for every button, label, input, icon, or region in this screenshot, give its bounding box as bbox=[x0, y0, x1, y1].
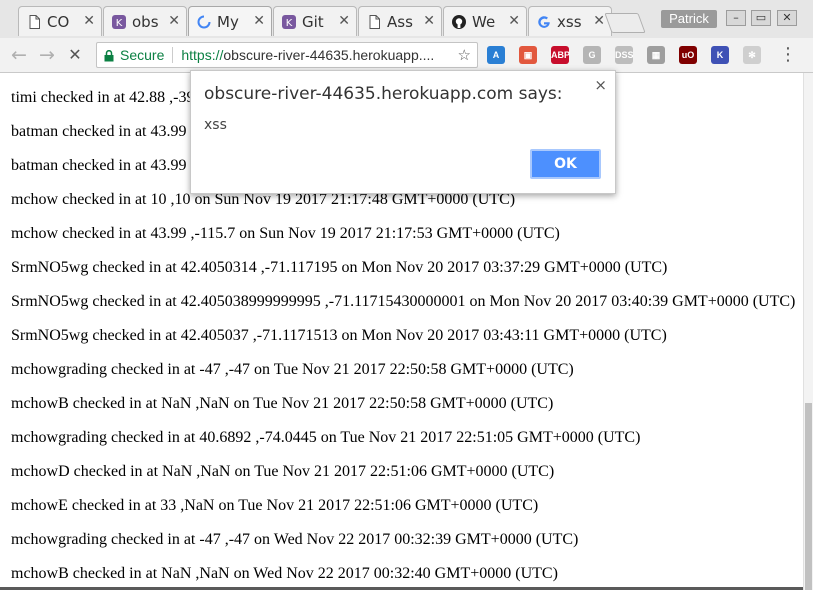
ublock-origin-icon[interactable]: uO bbox=[679, 46, 697, 64]
loading-spinner-icon bbox=[197, 15, 211, 29]
tab-title: Ass bbox=[387, 12, 413, 31]
browser-window: CO ✕ K obs ✕ My ✕ K Git ✕ Ass ✕ We ✕ xss… bbox=[0, 0, 813, 590]
adblock-plus-icon[interactable]: ABP bbox=[551, 46, 570, 64]
tab-title: We bbox=[472, 12, 496, 31]
chrome-menu-icon[interactable]: ⋮ bbox=[779, 45, 797, 65]
document-icon bbox=[367, 14, 381, 29]
dialog-close-icon[interactable]: × bbox=[594, 76, 607, 94]
url-text[interactable]: https://obscure-river-44635.herokuapp...… bbox=[181, 47, 443, 63]
address-bar[interactable]: Secure https://obscure-river-44635.herok… bbox=[96, 42, 478, 68]
image-extension-icon[interactable]: ▦ bbox=[647, 46, 665, 64]
heroku-icon: K bbox=[282, 14, 296, 29]
tab-title: Git bbox=[302, 12, 324, 31]
checkin-line: SrmNO5wg checked in at 42.4050314 ,-71.1… bbox=[11, 259, 668, 276]
checkin-line: mchowgrading checked in at -47 ,-47 on W… bbox=[11, 531, 579, 548]
tab-2[interactable]: K obs ✕ bbox=[103, 6, 187, 36]
dss-extension-icon[interactable]: DSS bbox=[615, 46, 634, 64]
tab-close-icon[interactable]: ✕ bbox=[593, 13, 605, 29]
tab-title: xss bbox=[557, 12, 582, 31]
heroku-icon: K bbox=[112, 14, 126, 29]
tab-7[interactable]: xss ✕ bbox=[528, 6, 612, 36]
omnibox-divider bbox=[172, 47, 174, 63]
tab-close-icon[interactable]: ✕ bbox=[423, 13, 435, 29]
g-extension-icon[interactable]: G bbox=[583, 46, 601, 64]
tab-5[interactable]: Ass ✕ bbox=[358, 6, 442, 36]
tab-1[interactable]: CO ✕ bbox=[18, 6, 102, 36]
checkin-line: batman checked in at 43.99 bbox=[11, 123, 187, 140]
svg-text:K: K bbox=[116, 18, 123, 29]
checkin-line: mchowB checked in at NaN ,NaN on Tue Nov… bbox=[11, 395, 554, 412]
checkin-line: SrmNO5wg checked in at 42.40503899999999… bbox=[11, 293, 796, 310]
url-host: obscure-river-44635.herokuapp.... bbox=[223, 47, 435, 63]
close-window-button[interactable]: ✕ bbox=[777, 10, 797, 26]
svg-text:K: K bbox=[286, 18, 293, 29]
back-icon[interactable]: ← bbox=[9, 45, 29, 65]
checkin-line: SrmNO5wg checked in at 42.405037 ,-71.11… bbox=[11, 327, 667, 344]
checkin-line: mchow checked in at 43.99 ,-115.7 on Sun… bbox=[11, 225, 560, 242]
google-icon bbox=[537, 15, 551, 29]
minimize-button[interactable]: – bbox=[726, 10, 746, 26]
dialog-title: obscure-river-44635.herokuapp.com says: bbox=[204, 84, 563, 104]
vertical-scrollbar[interactable] bbox=[803, 73, 813, 590]
forward-icon[interactable]: → bbox=[37, 45, 57, 65]
tab-6[interactable]: We ✕ bbox=[443, 6, 527, 36]
new-tab-button[interactable] bbox=[604, 13, 646, 33]
tab-3-active[interactable]: My ✕ bbox=[188, 6, 272, 36]
lock-icon bbox=[104, 49, 114, 62]
tab-title: My bbox=[217, 12, 239, 31]
gear-extension-icon[interactable]: ✻ bbox=[743, 46, 761, 64]
dialog-message: xss bbox=[204, 117, 227, 133]
alert-dialog: obscure-river-44635.herokuapp.com says: … bbox=[190, 70, 616, 194]
checkin-line: mchowE checked in at 33 ,NaN on Tue Nov … bbox=[11, 497, 539, 514]
scrollbar-thumb[interactable] bbox=[805, 403, 812, 590]
ok-button[interactable]: OK bbox=[530, 149, 601, 179]
checkin-line: batman checked in at 43.99 bbox=[11, 157, 187, 174]
tab-title: CO bbox=[47, 12, 70, 31]
red-extension-icon[interactable]: ▣ bbox=[519, 46, 537, 64]
browser-toolbar: ← → ✕ Secure https://obscure-river-44635… bbox=[0, 38, 813, 73]
secure-label: Secure bbox=[120, 47, 165, 63]
github-icon bbox=[452, 14, 466, 29]
tab-strip: CO ✕ K obs ✕ My ✕ K Git ✕ Ass ✕ We ✕ xss… bbox=[0, 0, 813, 38]
a-extension-icon[interactable]: A bbox=[487, 46, 505, 64]
document-icon bbox=[27, 14, 41, 29]
tab-title: obs bbox=[132, 12, 158, 31]
tab-close-icon[interactable]: ✕ bbox=[253, 13, 265, 29]
checkin-line: mchowB checked in at NaN ,NaN on Wed Nov… bbox=[11, 565, 558, 582]
bookmark-star-icon[interactable]: ☆ bbox=[458, 46, 471, 64]
tab-close-icon[interactable]: ✕ bbox=[168, 13, 180, 29]
profile-button[interactable]: Patrick bbox=[661, 10, 717, 28]
checkin-line: mchowgrading checked in at -47 ,-47 on T… bbox=[11, 361, 574, 378]
checkin-line: mchowgrading checked in at 40.6892 ,-74.… bbox=[11, 429, 641, 446]
k-extension-icon[interactable]: K bbox=[711, 46, 729, 64]
tab-close-icon[interactable]: ✕ bbox=[508, 13, 520, 29]
checkin-line: timi checked in at 42.88 ,-39 bbox=[11, 89, 195, 106]
checkin-line: mchowD checked in at NaN ,NaN on Tue Nov… bbox=[11, 463, 555, 480]
stop-loading-icon[interactable]: ✕ bbox=[65, 45, 85, 65]
url-scheme: https:// bbox=[181, 47, 224, 63]
maximize-button[interactable]: ▭ bbox=[751, 10, 771, 26]
tab-close-icon[interactable]: ✕ bbox=[83, 13, 95, 29]
tab-4[interactable]: K Git ✕ bbox=[273, 6, 357, 36]
tab-close-icon[interactable]: ✕ bbox=[338, 13, 350, 29]
